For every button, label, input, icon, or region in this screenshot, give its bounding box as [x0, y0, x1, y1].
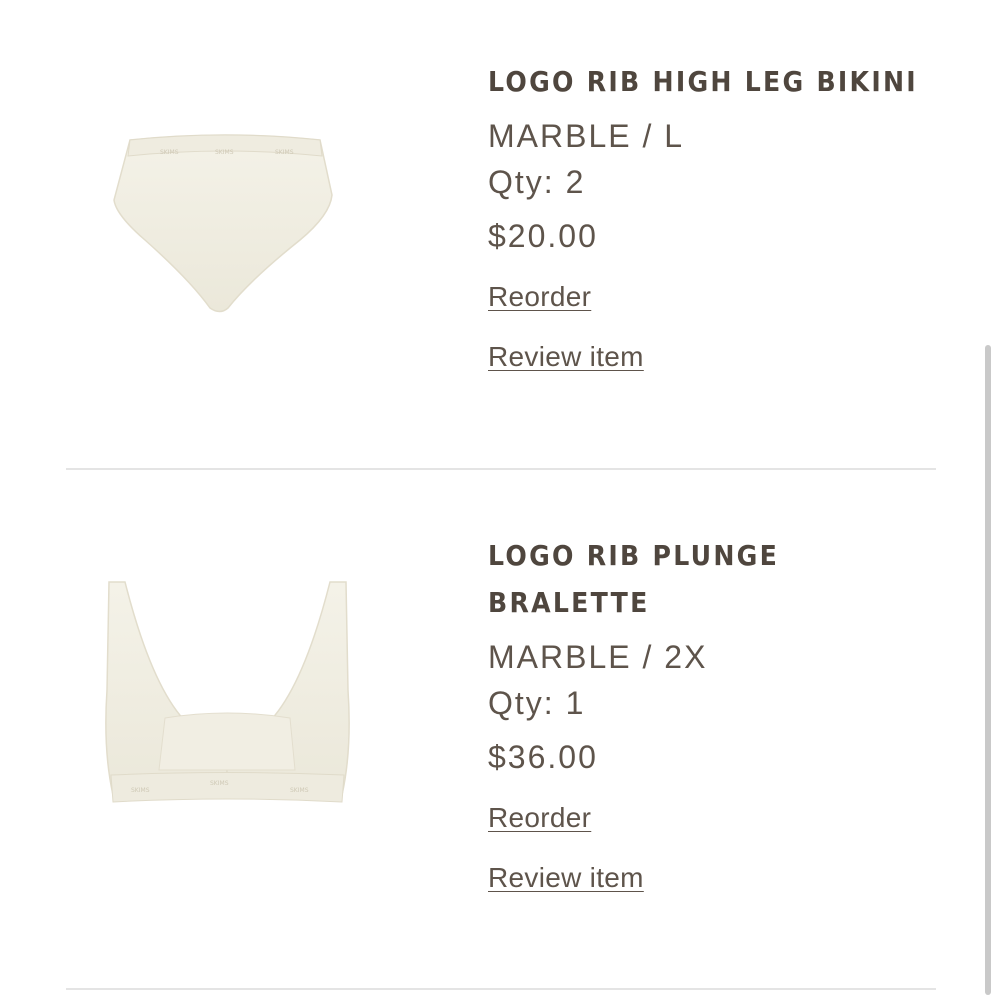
review-item-link[interactable]: Review item: [488, 341, 644, 373]
svg-text:SKIMS: SKIMS: [131, 787, 150, 794]
product-title: LOGO RIB PLUNGE BRALETTE: [488, 532, 920, 626]
product-variant: MARBLE / 2X: [488, 639, 708, 675]
scrollbar[interactable]: [985, 345, 991, 995]
svg-text:SKIMS: SKIMS: [275, 149, 294, 156]
product-title-line: BRALETTE: [488, 586, 650, 619]
bikini-icon: SKIMS SKIMS SKIMS: [113, 134, 333, 313]
product-info: LOGO RIB PLUNGE BRALETTE MARBLE / 2X Qty…: [488, 532, 968, 894]
product-quantity: Qty: 2: [488, 164, 586, 200]
product-title-line: LOGO RIB HIGH LEG BIKINI: [488, 65, 918, 98]
bralette-product-image[interactable]: SKIMS SKIMS SKIMS: [95, 570, 360, 820]
product-variant: MARBLE / L: [488, 118, 685, 154]
product-info: LOGO RIB HIGH LEG BIKINI MARBLE / L Qty:…: [488, 58, 968, 373]
bralette-icon: SKIMS SKIMS SKIMS: [105, 581, 350, 803]
svg-text:SKIMS: SKIMS: [210, 780, 229, 787]
svg-text:SKIMS: SKIMS: [290, 787, 309, 794]
product-price: $20.00: [488, 218, 598, 254]
product-title-line: LOGO RIB PLUNGE: [488, 539, 780, 572]
product-price: $36.00: [488, 739, 598, 775]
reorder-link[interactable]: Reorder: [488, 281, 591, 313]
order-item: SKIMS SKIMS SKIMS LOGO RIB PLUNGE BRALET…: [0, 470, 1000, 990]
order-items-page: SKIMS SKIMS SKIMS LOGO RIB HIGH LEG BIKI…: [0, 0, 1000, 1000]
svg-text:SKIMS: SKIMS: [160, 149, 179, 156]
review-item-link[interactable]: Review item: [488, 862, 644, 894]
svg-text:SKIMS: SKIMS: [215, 149, 234, 156]
product-quantity: Qty: 1: [488, 685, 586, 721]
order-item: SKIMS SKIMS SKIMS LOGO RIB HIGH LEG BIKI…: [0, 0, 1000, 470]
item-divider: [66, 988, 936, 990]
reorder-link[interactable]: Reorder: [488, 802, 591, 834]
product-title: LOGO RIB HIGH LEG BIKINI: [488, 58, 920, 105]
bikini-product-image[interactable]: SKIMS SKIMS SKIMS: [100, 120, 350, 320]
